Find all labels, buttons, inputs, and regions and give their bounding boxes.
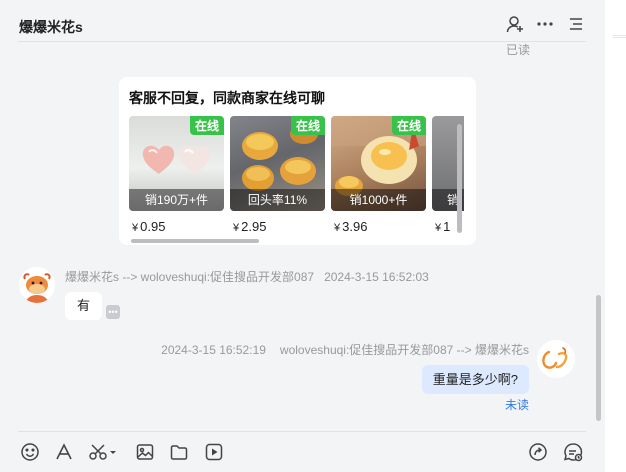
product-price: ¥3.96	[334, 219, 368, 234]
scissors-icon[interactable]	[88, 441, 118, 463]
add-user-icon[interactable]	[505, 14, 525, 34]
more-icon[interactable]	[535, 14, 555, 34]
product-image[interactable]: 在线 销1000+件	[331, 116, 426, 211]
read-status: 已读	[506, 43, 531, 57]
message-time: 2024-3-15 16:52:03	[324, 270, 429, 284]
message-meta: 爆爆米花s --> woloveshuqi:促佳搜品开发部087 2024-3-1…	[65, 268, 429, 285]
product-image[interactable]: 在线 回头率11%	[230, 116, 325, 211]
message-options-icon[interactable]: •••	[106, 305, 120, 319]
font-icon[interactable]	[53, 441, 75, 463]
chat-history-icon[interactable]	[562, 441, 584, 463]
avatar[interactable]	[19, 267, 55, 303]
message-bubble[interactable]: 重量是多少啊?	[421, 365, 529, 394]
message-time: 2024-3-15 16:52:19	[161, 343, 266, 357]
product-recommend-card: 客服不回复，同款商家在线可聊 在线 销190万+件 ¥0.95 在线 回头率11…	[119, 77, 476, 245]
unread-status: 未读	[504, 398, 529, 412]
product-vertical-scrollbar[interactable]	[457, 124, 462, 233]
chat-header: 爆爆米花s	[0, 0, 605, 42]
message-sender: woloveshuqi:促佳搜品开发部087 --> 爆爆米花s	[279, 343, 529, 357]
chat-scrollbar[interactable]	[596, 295, 601, 421]
online-badge: 在线	[290, 116, 325, 135]
image-icon[interactable]	[134, 441, 156, 463]
message-bubble[interactable]: 有	[65, 292, 103, 320]
product-item[interactable]: 在线 回头率11% ¥2.95	[230, 116, 325, 234]
product-horizontal-scrollbar[interactable]	[131, 239, 259, 243]
avatar[interactable]	[537, 340, 575, 378]
message-meta: 2024-3-15 16:52:19 woloveshuqi:促佳搜品开发部087…	[161, 341, 529, 358]
menu-icon[interactable]	[566, 14, 586, 34]
message-sender: 爆爆米花s --> woloveshuqi:促佳搜品开发部087	[65, 270, 315, 284]
product-price: ¥1	[435, 219, 451, 234]
online-badge: 在线	[391, 116, 426, 135]
folder-icon[interactable]	[168, 441, 190, 463]
video-icon[interactable]	[203, 441, 225, 463]
product-price: ¥2.95	[233, 219, 267, 234]
chat-title: 爆爆米花s	[19, 19, 83, 35]
sales-label: 回头率11%	[230, 189, 325, 211]
product-item[interactable]: 在线 销190万+件 ¥0.95	[129, 116, 224, 234]
product-list: 在线 销190万+件 ¥0.95 在线 回头率11% ¥ 2.95 在线 销10…	[129, 116, 464, 238]
emoji-icon[interactable]	[19, 441, 41, 463]
product-image[interactable]: 在线 销190万+件	[129, 116, 224, 211]
product-item[interactable]: 在线 销1000+件 ¥3.96	[331, 116, 426, 234]
card-title: 客服不回复，同款商家在线可聊	[129, 90, 325, 106]
sales-label: 销1000+件	[331, 189, 426, 211]
online-badge: 在线	[189, 116, 224, 135]
sales-label: 销190万+件	[129, 189, 224, 211]
share-icon[interactable]	[527, 441, 549, 463]
toolbar-divider	[18, 431, 586, 432]
product-price: ¥0.95	[132, 219, 166, 234]
side-panel-edge	[605, 0, 626, 472]
header-divider	[18, 41, 586, 42]
